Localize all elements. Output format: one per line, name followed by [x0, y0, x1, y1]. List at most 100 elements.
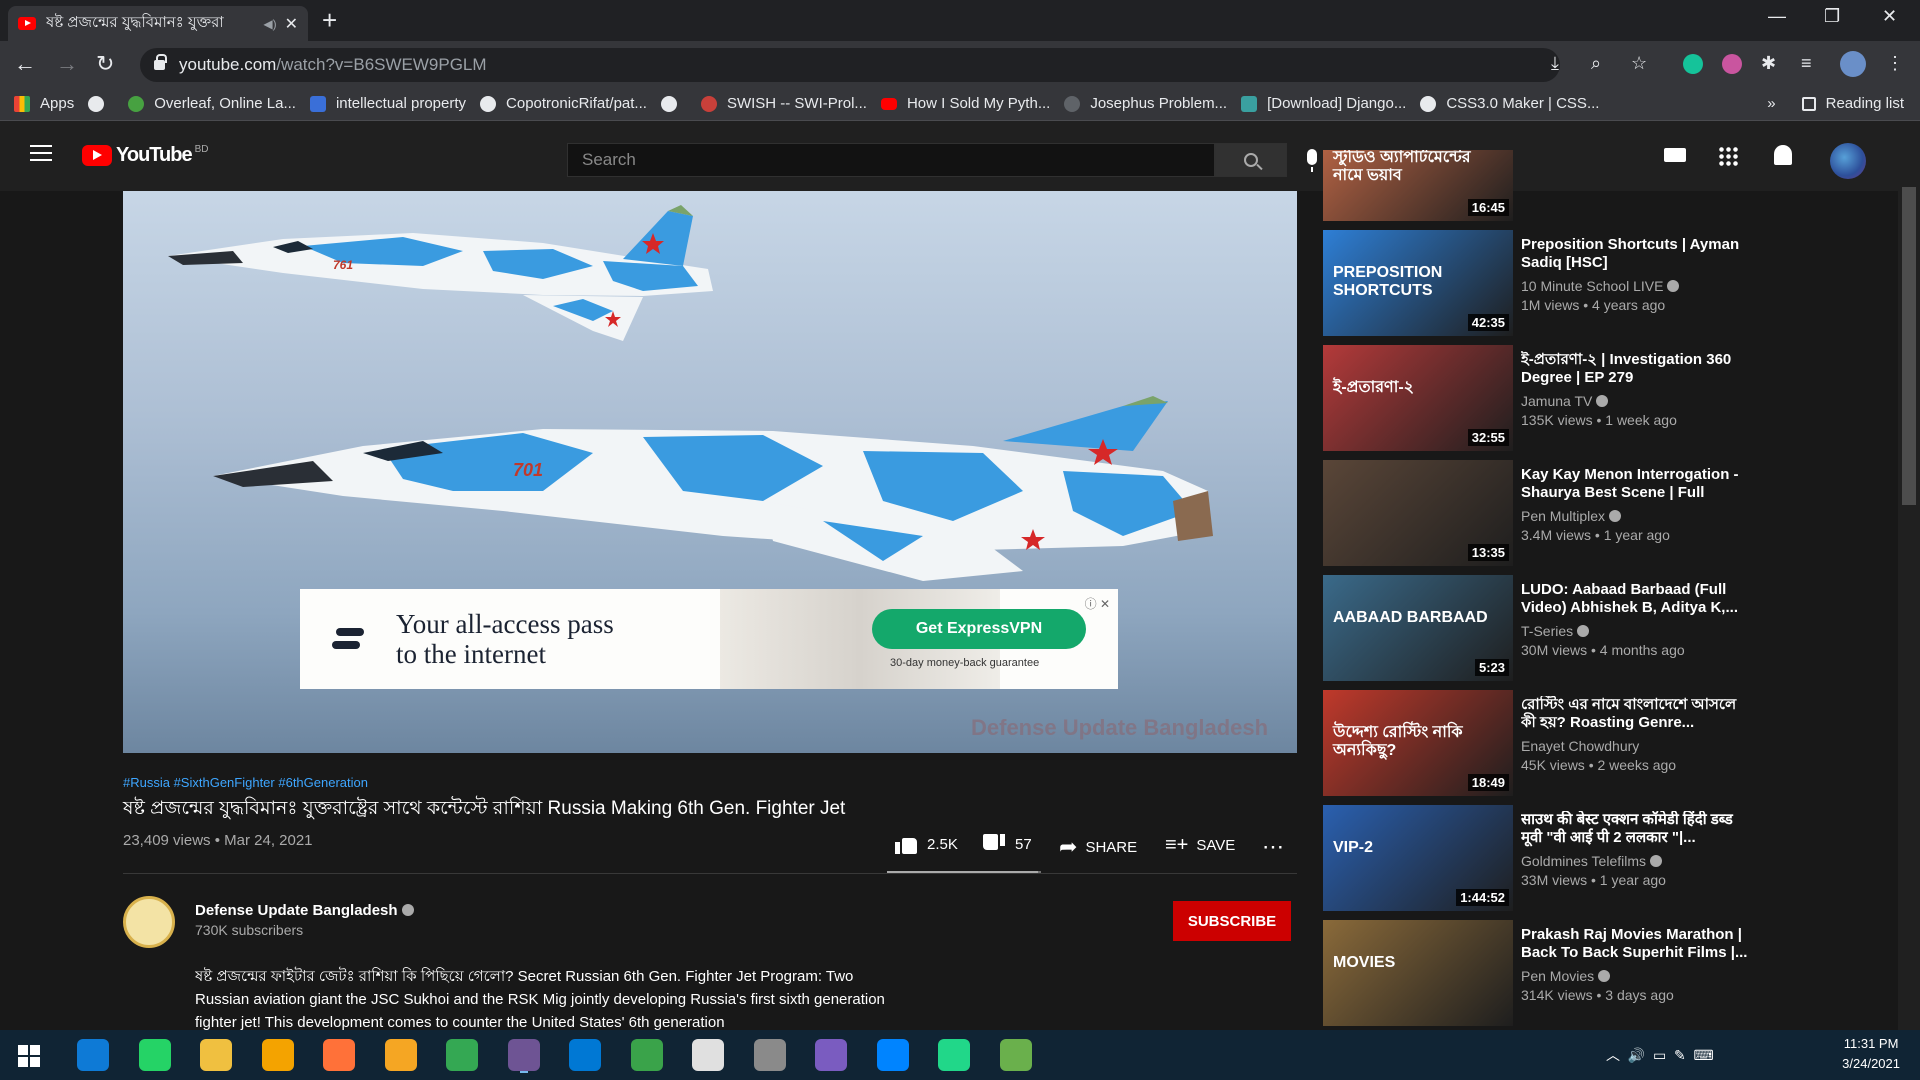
search-button[interactable]	[1215, 143, 1287, 177]
bookmark-youtube-video[interactable]: How I Sold My Pyth...	[880, 95, 1050, 112]
bookmark-overleaf[interactable]: Overleaf, Online La...	[128, 95, 296, 112]
bookmark-css-maker[interactable]: CSS3.0 Maker | CSS...	[1420, 95, 1599, 112]
share-button[interactable]: ➦ SHARE	[1059, 834, 1137, 860]
overlay-ad-banner[interactable]: Your all-access pass to the internet Get…	[300, 589, 1118, 689]
bookmark-globe-1[interactable]	[88, 95, 114, 112]
extensions-puzzle-icon[interactable]: ✱	[1761, 53, 1776, 74]
reading-list-button[interactable]: Reading list	[1801, 95, 1904, 112]
video-thumbnail[interactable]: MOVIES	[1323, 920, 1513, 1026]
bookmark-django[interactable]: [Download] Django...	[1241, 95, 1406, 112]
video-title[interactable]: Preposition Shortcuts | Ayman Sadiq [HSC…	[1521, 236, 1751, 272]
bookmarks-overflow-button[interactable]: »	[1767, 95, 1775, 112]
recommended-video[interactable]: স্টুডিও অ্যাপার্টমেন্টের নামে ভয়াব 16:45…	[1323, 150, 1753, 221]
channel-name[interactable]: Pen Multiplex	[1521, 508, 1751, 524]
recommended-video[interactable]: উদ্দেশ্য রোস্টিং নাকি অন্যকিছু? 18:49 রোস্…	[1323, 690, 1753, 796]
bookmark-josephus[interactable]: Josephus Problem...	[1064, 95, 1227, 112]
taskbar-app-icon[interactable]	[200, 1039, 232, 1071]
browser-menu-icon[interactable]: ⋮	[1886, 53, 1904, 74]
bookmark-intellectual-property[interactable]: intellectual property	[309, 95, 466, 112]
channel-name[interactable]: Goldmines Telefilms	[1521, 853, 1751, 869]
video-thumbnail[interactable]: 13:35	[1323, 460, 1513, 566]
search-input[interactable]: Search	[567, 143, 1215, 177]
bookmark-github-repo[interactable]: CopotronicRifat/pat...	[480, 95, 647, 112]
ad-close-icon[interactable]: ⓘ ✕	[1085, 595, 1110, 612]
channel-name[interactable]: T-Series	[1521, 623, 1751, 639]
recommended-video[interactable]: MOVIES Prakash Raj Movies Marathon | Back…	[1323, 920, 1753, 1026]
clock[interactable]: 11:31 PM 3/24/2021	[1842, 1034, 1900, 1074]
system-tray-icons[interactable]: ︿ 🔊 ▭ ✎ ⌨	[1606, 1045, 1714, 1065]
video-title[interactable]: LUDO: Aabaad Barbaad (Full Video) Abhish…	[1521, 581, 1751, 617]
video-thumbnail[interactable]: স্টুডিও অ্যাপার্টমেন্টের নামে ভয়াব 16:45	[1323, 150, 1513, 221]
taskbar-app-icon[interactable]	[138, 1039, 171, 1071]
video-title[interactable]: Prakash Raj Movies Marathon | Back To Ba…	[1521, 926, 1751, 962]
windows-start-icon[interactable]	[18, 1045, 40, 1067]
taskbar-app-icon[interactable]	[630, 1039, 663, 1071]
dislike-button[interactable]: 57	[983, 834, 1032, 854]
video-title[interactable]: साउथ की बेस्ट एक्शन कॉमेडी हिंदी डब्ड मू…	[1521, 811, 1751, 847]
close-window-icon[interactable]: ✕	[1882, 6, 1897, 27]
grammarly-extension-icon[interactable]	[1683, 54, 1703, 74]
address-bar[interactable]: youtube.com/watch?v=B6SWEW9PGLM	[140, 48, 1560, 82]
more-actions-icon[interactable]: ⋯	[1262, 834, 1284, 860]
channel-name[interactable]: Enayet Chowdhury	[1521, 738, 1751, 754]
taskbar-app-icon[interactable]	[815, 1039, 847, 1071]
recommended-video[interactable]: VIP-2 1:44:52 साउथ की बेस्ट एक्शन कॉमेडी ह…	[1323, 805, 1753, 911]
media-control-icon[interactable]: ≡	[1801, 53, 1812, 74]
subscribe-button[interactable]: SUBSCRIBE	[1173, 901, 1291, 941]
taskbar-app-icon[interactable]	[77, 1039, 109, 1071]
taskbar-app-icon[interactable]	[753, 1039, 786, 1071]
bookmark-swish[interactable]: SWISH -- SWI-Prol...	[700, 95, 867, 112]
video-thumbnail[interactable]: VIP-2 1:44:52	[1323, 805, 1513, 911]
new-tab-button[interactable]: +	[322, 5, 337, 36]
video-title[interactable]: রোস্টিং এর নামে বাংলাদেশে আসলে কী হয়? R…	[1521, 696, 1751, 732]
profile-avatar[interactable]	[1840, 51, 1866, 77]
page-scrollbar-thumb[interactable]	[1902, 187, 1916, 505]
zoom-icon[interactable]: ⌕	[1591, 53, 1601, 74]
extension-icon[interactable]	[1722, 54, 1742, 74]
back-icon[interactable]: ←	[14, 51, 36, 77]
like-button[interactable]: 2.5K	[895, 834, 958, 854]
taskbar-app-icon[interactable]	[999, 1039, 1032, 1071]
taskbar-app-icon[interactable]	[446, 1039, 478, 1071]
browser-tab-active[interactable]: ষষ্ট প্রজন্মের যুদ্ধবিমানঃ যুক্তরা ◀) ✕	[8, 6, 308, 41]
menu-hamburger-icon[interactable]	[30, 145, 52, 161]
video-player[interactable]: 761 701 Your all-access pass to the inte…	[123, 191, 1297, 753]
channel-name[interactable]: Jamuna TV	[1521, 393, 1751, 409]
youtube-logo[interactable]: YouTube BD	[82, 144, 208, 167]
recommended-video[interactable]: PREPOSITION SHORTCUTS 42:35 Preposition Sh…	[1323, 230, 1753, 336]
recommended-video[interactable]: 13:35 Kay Kay Menon Interrogation - Shaur…	[1323, 460, 1753, 566]
voice-search-icon[interactable]	[1307, 149, 1317, 172]
forward-icon[interactable]: →	[56, 51, 78, 77]
bookmark-globe-2[interactable]	[660, 95, 687, 112]
video-thumbnail[interactable]: উদ্দেশ্য রোস্টিং নাকি অন্যকিছু? 18:49	[1323, 690, 1513, 796]
taskbar-app-icon[interactable]	[384, 1039, 417, 1071]
video-hashtags[interactable]: #Russia #SixthGenFighter #6thGeneration	[123, 775, 368, 790]
channel-name[interactable]: Defense Update Bangladesh	[195, 902, 414, 919]
taskbar-app-icon[interactable]	[938, 1039, 970, 1071]
taskbar-app-icon[interactable]	[692, 1039, 724, 1071]
taskbar-app-icon[interactable]	[569, 1039, 601, 1071]
reload-icon[interactable]: ↻	[96, 51, 114, 77]
save-button[interactable]: ≡+ SAVE	[1165, 834, 1235, 857]
ad-cta-button[interactable]: Get ExpressVPN	[872, 609, 1086, 649]
install-app-icon[interactable]: ⤓	[1551, 53, 1559, 74]
recommended-video[interactable]: AABAAD BARBAAD 5:23 LUDO: Aabaad Barbaad (…	[1323, 575, 1753, 681]
channel-name[interactable]: Pen Movies	[1521, 968, 1751, 984]
account-avatar[interactable]	[1830, 143, 1866, 179]
minimize-window-icon[interactable]: —	[1768, 6, 1786, 27]
video-title[interactable]: Kay Kay Menon Interrogation - Shaurya Be…	[1521, 466, 1751, 502]
video-title[interactable]: ই-প্রতারণা-২ | Investigation 360 Degree …	[1521, 351, 1751, 387]
tab-close-icon[interactable]: ✕	[285, 14, 298, 34]
taskbar-app-icon[interactable]	[876, 1039, 909, 1071]
notifications-bell-icon[interactable]	[1774, 145, 1792, 165]
video-thumbnail[interactable]: AABAAD BARBAAD 5:23	[1323, 575, 1513, 681]
recommended-video[interactable]: ই-প্রতারণা-২ 32:55 ই-প্রতারণা-২ | Investig…	[1323, 345, 1753, 451]
bookmark-apps[interactable]: Apps	[14, 95, 74, 112]
channel-avatar[interactable]	[123, 896, 175, 948]
video-thumbnail[interactable]: ই-প্রতারণা-২ 32:55	[1323, 345, 1513, 451]
taskbar-app-icon[interactable]	[261, 1039, 294, 1071]
taskbar-app-icon[interactable]	[507, 1039, 540, 1071]
taskbar-app-icon[interactable]	[323, 1039, 355, 1071]
bookmark-star-icon[interactable]: ☆	[1631, 53, 1647, 74]
video-thumbnail[interactable]: PREPOSITION SHORTCUTS 42:35	[1323, 230, 1513, 336]
